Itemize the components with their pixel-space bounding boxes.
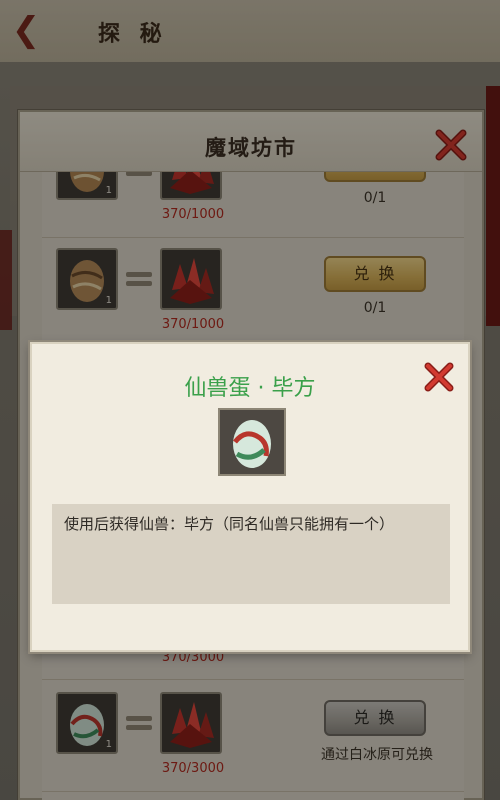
item-slot	[218, 408, 286, 476]
item-description: 使用后获得仙兽：毕方（同名仙兽只能拥有一个）	[64, 515, 395, 533]
item-detail-dialog: 仙兽蛋 · 毕方 使用后获得仙兽：毕方（同名仙兽只能拥有一个）	[30, 342, 470, 652]
close-x-icon[interactable]	[422, 360, 456, 394]
description-box: 使用后获得仙兽：毕方（同名仙兽只能拥有一个）	[52, 504, 450, 604]
item-name: 仙兽蛋 · 毕方	[184, 376, 316, 401]
jade-egg-icon	[233, 420, 271, 468]
